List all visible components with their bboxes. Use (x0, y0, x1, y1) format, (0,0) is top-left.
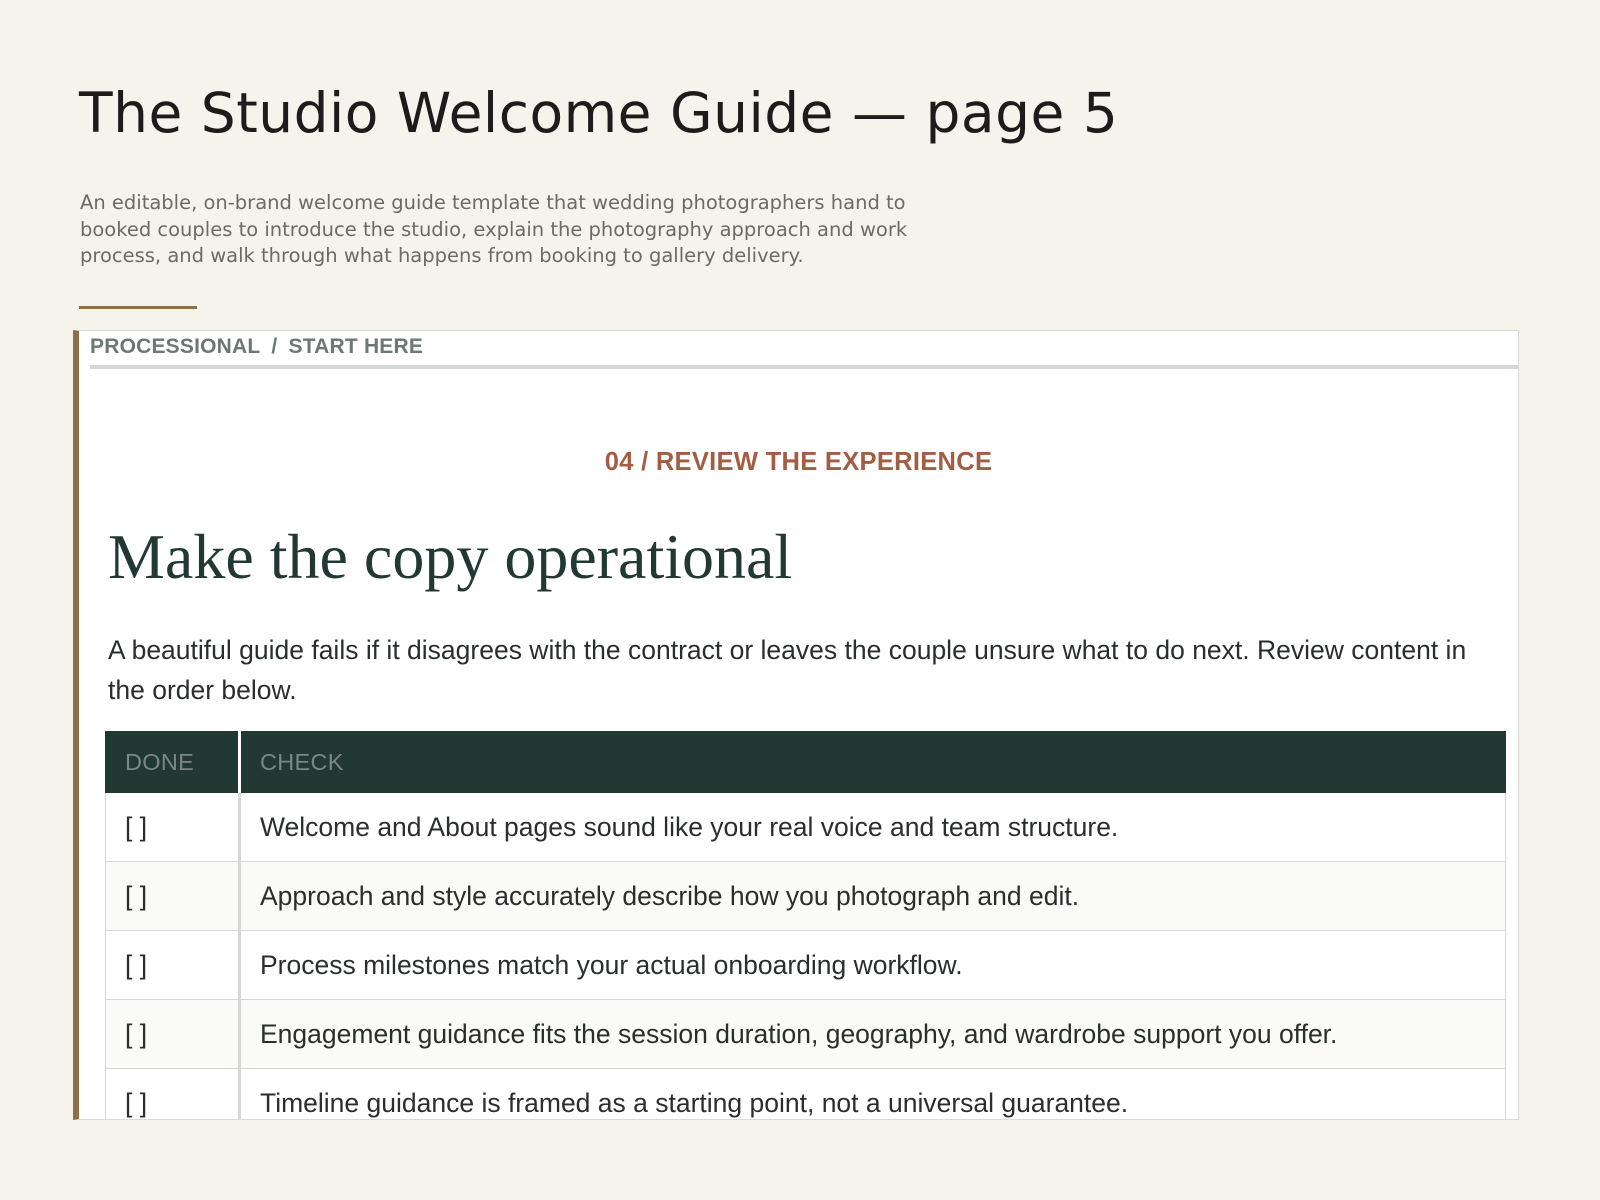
check-item: Engagement guidance fits the session dur… (239, 999, 1506, 1069)
breadcrumb-separator: / (271, 335, 278, 358)
section-heading: Make the copy operational (108, 521, 793, 592)
table-row: [ ] Approach and style accurately descri… (105, 861, 1506, 931)
check-item: Welcome and About pages sound like your … (239, 792, 1506, 862)
page-title: The Studio Welcome Guide — page 5 (79, 81, 1119, 145)
column-header-check: CHECK (239, 731, 1506, 793)
check-item: Approach and style accurately describe h… (239, 861, 1506, 931)
section-kicker: 04 / REVIEW THE EXPERIENCE (604, 448, 993, 476)
breadcrumb-section: PROCESSIONAL (90, 335, 261, 358)
page-description: An editable, on-brand welcome guide temp… (80, 191, 908, 267)
guide-page-preview: PROCESSIONAL / START HERE 04 / REVIEW THE … (73, 330, 1519, 1120)
check-item: Timeline guidance is framed as a startin… (239, 1068, 1506, 1119)
review-checklist-table: DONE CHECK [ ] Welcome and About pages s… (105, 731, 1506, 1119)
check-item: Process milestones match your actual onb… (239, 930, 1506, 1000)
breadcrumb: PROCESSIONAL / START HERE (90, 334, 423, 360)
table-header-row: DONE CHECK (105, 731, 1506, 793)
table-row: [ ] Process milestones match your actual… (105, 930, 1506, 1000)
done-checkbox[interactable]: [ ] (105, 792, 241, 862)
accent-divider (79, 306, 197, 309)
done-checkbox[interactable]: [ ] (105, 1068, 241, 1119)
header-divider (90, 365, 1518, 369)
done-checkbox[interactable]: [ ] (105, 999, 241, 1069)
intro-paragraph: A beautiful guide fails if it disagrees … (108, 635, 1467, 705)
column-header-done: DONE (105, 731, 241, 793)
done-checkbox[interactable]: [ ] (105, 861, 241, 931)
breadcrumb-page: START HERE (288, 335, 424, 358)
done-checkbox[interactable]: [ ] (105, 930, 241, 1000)
table-row: [ ] Welcome and About pages sound like y… (105, 792, 1506, 862)
table-row: [ ] Engagement guidance fits the session… (105, 999, 1506, 1069)
table-row: [ ] Timeline guidance is framed as a sta… (105, 1068, 1506, 1119)
